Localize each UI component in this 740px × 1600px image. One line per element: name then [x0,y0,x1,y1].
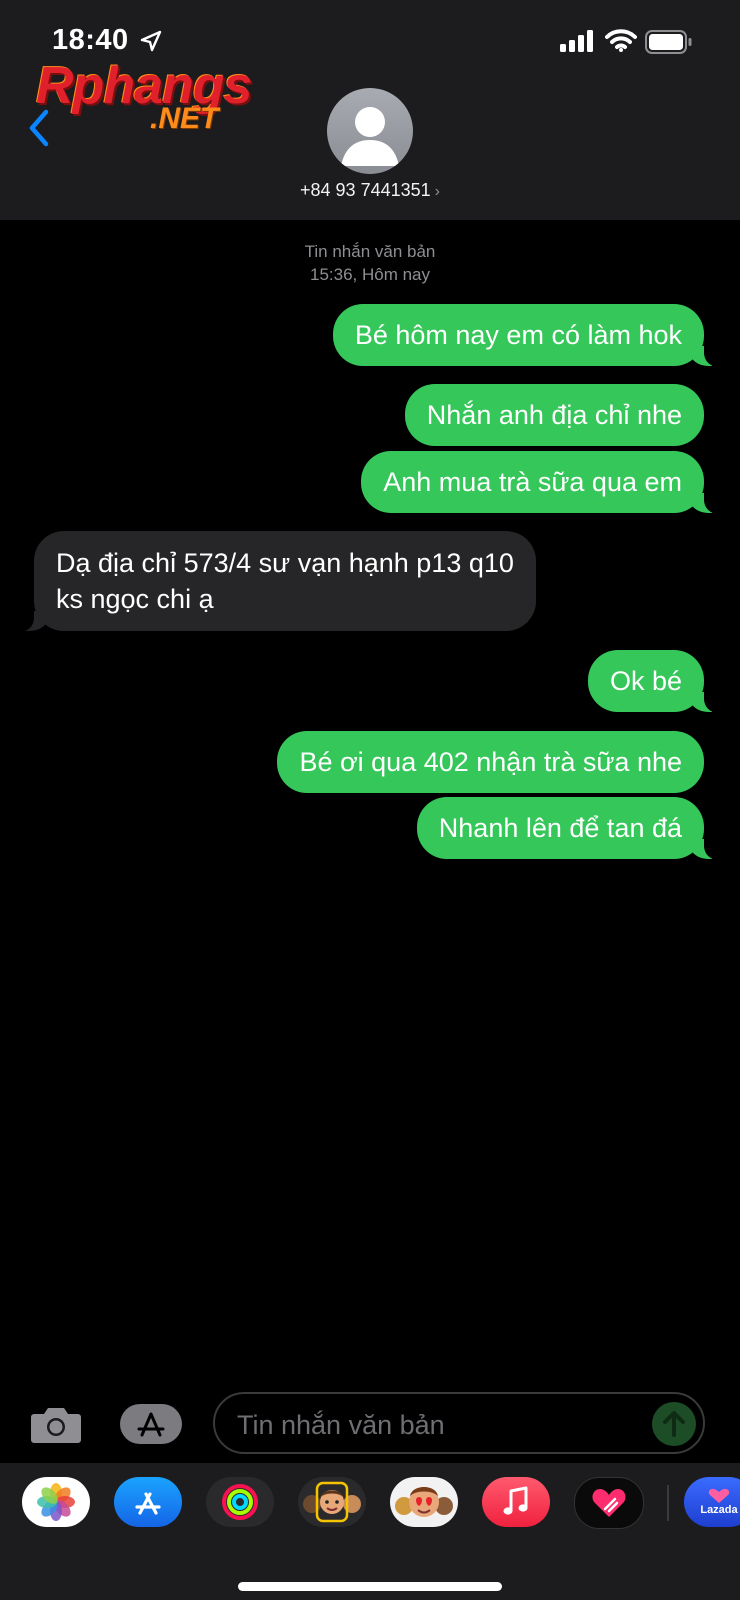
message-text: Anh mua trà sữa qua em [383,467,682,497]
camera-icon[interactable] [30,1404,82,1444]
sent-message-bubble[interactable]: Ok bé [587,650,727,713]
thread-timestamp: Tin nhắn văn bản 15:36, Hôm nay [0,240,740,286]
contact-name-button[interactable]: +84 93 7441351 › [0,180,740,201]
music-icon [503,1486,528,1515]
drawer-divider [667,1485,669,1521]
conversation-header: 18:40 Rphangs .NET +84 93 7441351 › [0,0,740,220]
message-type-label: Tin nhắn văn bản [304,242,436,261]
cellular-signal-icon [560,30,593,52]
lazada-label: Lazada [700,1504,738,1516]
music-app-button[interactable] [482,1477,550,1527]
sent-message-bubble[interactable]: Bé ơi qua 402 nhận trà sữa nhe [277,731,704,793]
contact-name: +84 93 7441351 [300,180,431,200]
watermark-main-text: Rphangs [36,57,252,115]
message-input[interactable] [235,1404,639,1446]
animoji-app-button[interactable] [390,1477,458,1527]
photos-icon [37,1483,75,1521]
message-text-line: Dạ địa chỉ 573/4 sư vạn hạnh p13 q10 [56,548,514,578]
message-text: Bé ơi qua 402 nhận trà sữa nhe [299,747,682,777]
battery-icon [645,30,692,54]
send-button[interactable] [652,1402,696,1446]
digital-touch-icon [592,1489,626,1517]
message-input-field[interactable] [213,1392,705,1454]
message-composer [0,1380,740,1454]
arrow-up-icon [663,1411,685,1437]
message-text: Nhắn anh địa chỉ nhe [426,400,682,430]
fitness-icon [222,1484,258,1520]
app-store-icon [135,1492,161,1515]
fitness-app-button[interactable] [206,1477,274,1527]
lazada-icon [708,1488,730,1503]
contact-avatar[interactable] [327,88,413,174]
digital-touch-app-button[interactable] [574,1477,644,1529]
memoji-app-button[interactable] [298,1477,366,1527]
imessage-app-drawer: Lazada [0,1463,740,1600]
message-text: Ok bé [609,666,682,696]
status-time: 18:40 [52,24,129,56]
app-store-app-button[interactable] [114,1477,182,1527]
lazada-app-button[interactable]: Lazada [684,1477,740,1527]
photos-app-button[interactable] [22,1477,90,1527]
animoji-icon [395,1487,453,1517]
watermark-logo: Rphangs .NET [36,56,266,142]
watermark-sub-text: .NET [150,102,219,135]
sent-message-bubble[interactable]: Bé hôm nay em có làm hok [332,304,727,367]
sent-message-bubble[interactable]: Nhắn anh địa chỉ nhe [404,384,704,446]
timestamp-label: 15:36, Hôm nay [309,265,430,284]
received-message-bubble[interactable]: Dạ địa chỉ 573/4 sư vạn hạnh p13 q10 ks … [12,531,536,632]
sent-message-bubble[interactable]: Nhanh lên để tan đá [416,797,727,860]
message-text: Nhanh lên để tan đá [438,813,682,843]
home-indicator[interactable] [238,1582,502,1591]
app-store-button[interactable] [120,1404,182,1444]
chevron-right-icon: › [434,183,440,200]
person-icon [341,107,399,166]
message-text: Bé hôm nay em có làm hok [354,320,682,350]
message-text-line: ks ngọc chi ạ [56,584,214,614]
sent-message-bubble[interactable]: Anh mua trà sữa qua em [361,451,726,514]
back-chevron-icon[interactable] [26,108,52,148]
location-arrow-icon [140,30,162,52]
memoji-icon [303,1481,361,1523]
app-store-a-icon [137,1412,165,1437]
wifi-icon [605,29,637,52]
